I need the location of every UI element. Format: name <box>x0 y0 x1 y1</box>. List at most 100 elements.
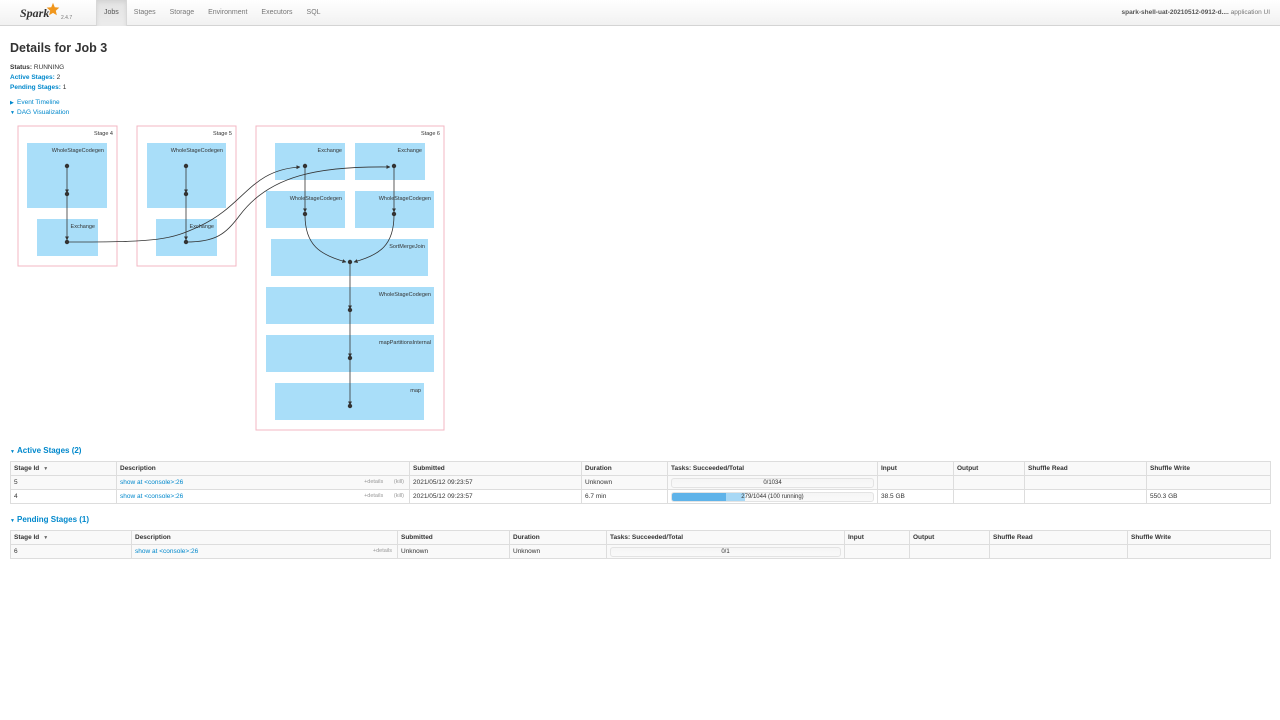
column-header-output[interactable]: Output <box>953 461 1025 476</box>
dag-node[interactable] <box>275 383 424 420</box>
column-header-tasks[interactable]: Tasks: Succeeded/Total <box>606 530 845 545</box>
stage-description-link[interactable]: show at <console>:26 <box>135 548 198 555</box>
expanded-arrow-icon: ▼ <box>10 110 15 116</box>
input-cell: 38.5 GB <box>877 489 954 504</box>
dag-node[interactable] <box>271 239 428 276</box>
progress-text: 0/1 <box>721 548 730 555</box>
expanded-arrow-icon: ▼ <box>10 518 15 524</box>
dag-node[interactable] <box>266 191 345 228</box>
nav-tab-sql[interactable]: SQL <box>300 0 328 26</box>
pending-stages-link[interactable]: Pending Stages: <box>10 84 61 91</box>
dag-node[interactable] <box>27 143 107 208</box>
app-name-text: spark-shell-uat-20210512-0912-d.... <box>1121 9 1229 16</box>
page-title: Details for Job 3 <box>10 41 108 55</box>
top-navbar: Spark 2.4.7 Jobs Stages Storage Environm… <box>0 0 1280 26</box>
column-header-output[interactable]: Output <box>909 530 990 545</box>
stage-description-link[interactable]: show at <console>:26 <box>120 493 183 500</box>
progress-text: 0/1034 <box>763 479 782 486</box>
column-header-description[interactable]: Description <box>131 530 398 545</box>
active-stages-link[interactable]: Active Stages: <box>10 74 55 81</box>
column-header-stage-id[interactable]: Stage Id ▼ <box>10 530 132 545</box>
shuffle-read-cell <box>989 544 1128 559</box>
task-progress-bar: 279/1044 (100 running) <box>671 491 874 502</box>
column-header-shuffle-write[interactable]: Shuffle Write <box>1127 530 1271 545</box>
table-row: 4 show at <console>:26 +details (kill) 2… <box>10 489 1271 504</box>
nav-tab-environment[interactable]: Environment <box>201 0 254 26</box>
tasks-cell: 0/1 <box>606 544 845 559</box>
dag-node[interactable] <box>275 143 345 180</box>
stage-id-cell: 5 <box>10 475 117 490</box>
dag-node[interactable] <box>37 219 98 256</box>
table-header-row: Stage Id ▼ Description Submitted Duration… <box>10 461 1271 476</box>
duration-cell: 6.7 min <box>581 489 668 504</box>
column-header-input[interactable]: Input <box>877 461 954 476</box>
column-header-stage-id[interactable]: Stage Id ▼ <box>10 461 117 476</box>
active-stages-table: Stage Id ▼ Description Submitted Duration… <box>10 461 1271 504</box>
details-toggle[interactable]: +details <box>364 493 383 499</box>
dag-stage-6[interactable]: Stage 6 Exchange Exchange WholeStageCode… <box>255 125 445 431</box>
active-stages-line: Active Stages: 2 <box>10 73 66 83</box>
kill-stage-link[interactable]: (kill) <box>394 493 404 499</box>
details-toggle[interactable]: +details <box>373 548 392 554</box>
table-row: 5 show at <console>:26 +details (kill) 2… <box>10 475 1271 490</box>
shuffle-write-cell <box>1127 544 1271 559</box>
input-cell <box>877 475 954 490</box>
submitted-cell: 2021/05/12 09:23:57 <box>409 489 582 504</box>
description-cell: show at <console>:26 +details <box>131 544 398 559</box>
event-timeline-label: Event Timeline <box>17 99 60 106</box>
dag-node[interactable] <box>355 143 425 180</box>
active-stages-count: 2 <box>56 74 61 81</box>
pending-stages-line: Pending Stages: 1 <box>10 83 66 93</box>
duration-cell: Unknown <box>509 544 607 559</box>
description-cell: show at <console>:26 +details (kill) <box>116 489 410 504</box>
kill-stage-link[interactable]: (kill) <box>394 479 404 485</box>
column-header-submitted[interactable]: Submitted <box>397 530 510 545</box>
column-header-submitted[interactable]: Submitted <box>409 461 582 476</box>
spark-logo[interactable]: Spark 2.4.7 <box>18 2 78 24</box>
pending-stages-count: 1 <box>62 84 67 91</box>
dag-node[interactable] <box>266 287 434 324</box>
app-suffix-text: application UI <box>1230 9 1270 16</box>
dag-stage-5[interactable]: Stage 5 WholeStageCodegen Exchange <box>136 125 237 267</box>
event-timeline-toggle[interactable]: ▶ Event Timeline <box>10 98 69 108</box>
stage-id-cell: 6 <box>10 544 132 559</box>
main-nav: Jobs Stages Storage Environment Executor… <box>96 0 328 26</box>
column-header-shuffle-read[interactable]: Shuffle Read <box>989 530 1128 545</box>
column-header-description[interactable]: Description <box>116 461 410 476</box>
column-header-shuffle-write[interactable]: Shuffle Write <box>1146 461 1271 476</box>
app-name: spark-shell-uat-20210512-0912-d.... appl… <box>1121 0 1270 26</box>
column-header-input[interactable]: Input <box>844 530 910 545</box>
dag-node[interactable] <box>355 191 434 228</box>
dag-node[interactable] <box>147 143 226 208</box>
dag-node[interactable] <box>156 219 217 256</box>
dag-node[interactable] <box>266 335 434 372</box>
task-progress-bar: 0/1034 <box>671 477 874 488</box>
collapsed-arrow-icon: ▶ <box>10 100 14 106</box>
input-cell <box>844 544 910 559</box>
details-toggle[interactable]: +details <box>364 479 383 485</box>
column-header-shuffle-read[interactable]: Shuffle Read <box>1024 461 1147 476</box>
pending-stages-heading[interactable]: ▼ Pending Stages (1) <box>10 515 89 524</box>
dag-visualization-toggle[interactable]: ▼ DAG Visualization <box>10 108 69 118</box>
tasks-cell: 279/1044 (100 running) <box>667 489 878 504</box>
column-header-duration[interactable]: Duration <box>581 461 668 476</box>
column-header-tasks[interactable]: Tasks: Succeeded/Total <box>667 461 878 476</box>
nav-tab-storage[interactable]: Storage <box>163 0 202 26</box>
spark-version: 2.4.7 <box>61 15 73 21</box>
nav-tab-executors[interactable]: Executors <box>254 0 299 26</box>
output-cell <box>953 489 1025 504</box>
status-value: RUNNING <box>33 64 65 71</box>
nav-tab-jobs[interactable]: Jobs <box>96 0 127 26</box>
stage-description-link[interactable]: show at <console>:26 <box>120 479 183 486</box>
progress-text: 279/1044 (100 running) <box>741 493 804 500</box>
output-cell <box>909 544 990 559</box>
nav-tab-stages[interactable]: Stages <box>127 0 163 26</box>
pending-stages-heading-text: Pending Stages (1) <box>17 515 90 524</box>
column-header-duration[interactable]: Duration <box>509 530 607 545</box>
description-cell: show at <console>:26 +details (kill) <box>116 475 410 490</box>
pending-stages-table: Stage Id ▼ Description Submitted Duration… <box>10 530 1271 559</box>
dag-stage-4[interactable]: Stage 4 WholeStageCodegen Exchange <box>17 125 118 267</box>
task-progress-bar: 0/1 <box>610 546 841 557</box>
active-stages-heading[interactable]: ▼ Active Stages (2) <box>10 446 81 455</box>
dag-visualization: Stage 4 WholeStageCodegen Exchange Stage… <box>17 125 445 431</box>
